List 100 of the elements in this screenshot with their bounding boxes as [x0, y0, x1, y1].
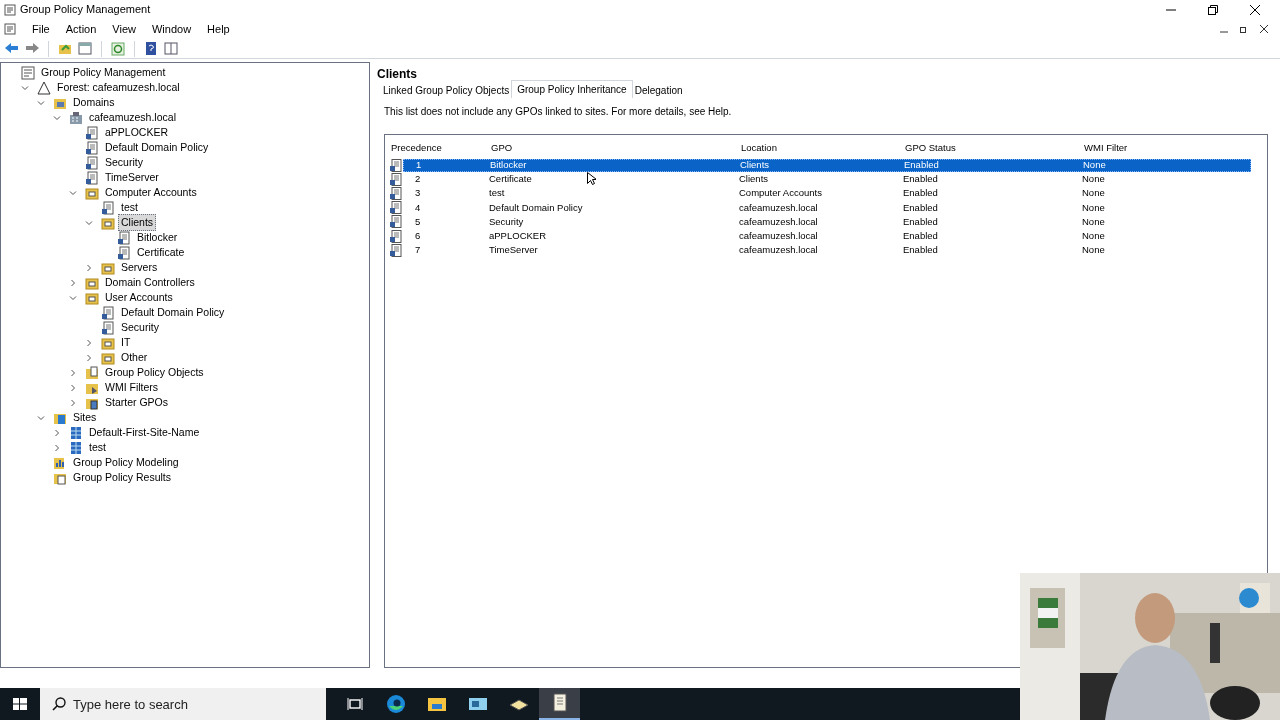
tab[interactable]: Delegation — [632, 83, 685, 98]
restore-icon[interactable] — [1240, 25, 1248, 33]
menu-item[interactable]: Action — [65, 20, 97, 38]
table-cell: Security — [489, 214, 524, 229]
table-cell: 5 — [415, 214, 421, 229]
mouse-pointer-icon — [587, 172, 596, 185]
document-icon — [389, 215, 403, 229]
table-row[interactable]: 5 Security cafeamuzesh.local Enabled None — [403, 215, 1251, 229]
folder-icon — [85, 275, 99, 290]
chevron-down-icon[interactable] — [53, 113, 61, 122]
menu-item[interactable]: File — [32, 20, 50, 38]
table-cell: None — [1082, 243, 1105, 258]
chevron-right-icon[interactable] — [69, 383, 77, 392]
table-cell-text: None — [1083, 157, 1106, 172]
chart-icon — [53, 455, 67, 470]
menu-item[interactable]: View — [112, 20, 136, 38]
document-icon — [117, 245, 131, 260]
table-cell: Enabled — [903, 200, 938, 215]
table-cell-text: 1 — [416, 157, 422, 172]
help-icon[interactable] — [143, 40, 159, 57]
browser-icon[interactable] — [384, 693, 407, 715]
document-icon — [85, 170, 99, 185]
window-title: Group Policy Management — [20, 2, 151, 18]
document-icon — [85, 155, 99, 170]
building-icon — [69, 110, 83, 125]
chevron-down-icon[interactable] — [69, 188, 77, 197]
folder-icon — [101, 335, 115, 350]
column-header[interactable]: GPO — [491, 140, 741, 156]
console-icon[interactable] — [77, 40, 93, 57]
table-cell: TimeServer — [489, 243, 538, 258]
table-cell: Computer Accounts — [739, 186, 822, 201]
document-icon — [389, 158, 403, 172]
document-icon — [101, 305, 115, 320]
chevron-right-icon[interactable] — [69, 278, 77, 287]
table-row[interactable]: 4 Default Domain Policy cafeamuzesh.local Enabled None — [403, 201, 1251, 215]
close-icon[interactable] — [1250, 4, 1260, 15]
column-header[interactable]: WMI Filter — [1084, 140, 1251, 156]
table-cell: Enabled — [903, 186, 938, 201]
document-icon — [389, 243, 403, 257]
restore-icon[interactable] — [1208, 4, 1218, 15]
grid-icon — [69, 440, 83, 455]
table-cell-text: aPPLOCKER — [489, 228, 547, 243]
table-cell: None — [1082, 172, 1105, 187]
table-row[interactable]: 1 Bitlocker Clients Enabled None — [403, 158, 1251, 172]
table-row[interactable]: 6 aPPLOCKER cafeamuzesh.local Enabled None — [403, 229, 1251, 243]
column-header[interactable]: GPO Status — [905, 140, 1084, 156]
folder-icon — [101, 215, 115, 230]
table-cell: Enabled — [903, 214, 938, 229]
folder-icon — [85, 290, 99, 305]
chevron-down-icon[interactable] — [85, 218, 93, 227]
table-cell: cafeamuzesh.local — [739, 200, 818, 215]
chevron-right-icon[interactable] — [85, 338, 93, 347]
table-row[interactable]: 7 TimeServer cafeamuzesh.local Enabled None — [403, 243, 1251, 257]
app-icon — [4, 3, 16, 16]
pane-title: Clients — [376, 66, 418, 80]
table-cell: cafeamuzesh.local — [739, 243, 818, 258]
table-row[interactable]: 2 Certificate Clients Enabled None — [403, 172, 1251, 186]
document-icon — [101, 320, 115, 335]
chevron-right-icon[interactable] — [69, 398, 77, 407]
column-header[interactable]: Location — [741, 140, 905, 156]
refresh-icon[interactable] — [110, 40, 126, 57]
table-cell-text: None — [1082, 228, 1105, 243]
table-cell: Enabled — [903, 172, 938, 187]
table-row[interactable]: 3 test Computer Accounts Enabled None — [403, 186, 1251, 200]
table-cell: None — [1082, 200, 1105, 215]
table-cell-text: Bitlocker — [490, 157, 527, 172]
tree-item[interactable]: Clients — [118, 213, 157, 232]
chevron-right-icon[interactable] — [53, 428, 61, 437]
table-cell: Certificate — [489, 172, 532, 187]
chevron-down-icon[interactable] — [69, 293, 77, 302]
table-cell-text: cafeamuzesh.local — [739, 228, 818, 243]
table-cell-text: Clients — [740, 157, 770, 172]
chevron-down-icon[interactable] — [21, 83, 29, 92]
console-icon — [21, 65, 35, 80]
close-icon[interactable] — [1260, 25, 1268, 33]
chevron-down-icon[interactable] — [37, 413, 45, 422]
table-cell-text: Enabled — [904, 157, 939, 172]
app-icon[interactable] — [4, 23, 16, 35]
column-header[interactable]: Precedence — [391, 140, 491, 156]
chevron-down-icon[interactable] — [37, 98, 45, 107]
folder-icon — [85, 185, 99, 200]
table-cell-text: Enabled — [903, 228, 938, 243]
document-icon — [389, 172, 403, 186]
menu-item[interactable]: Window — [151, 20, 192, 38]
document-icon — [85, 140, 99, 155]
chevron-right-icon[interactable] — [53, 443, 61, 452]
search-field[interactable]: Type here to search — [40, 688, 326, 720]
chevron-right-icon[interactable] — [85, 263, 93, 272]
pane-icon[interactable] — [163, 40, 179, 57]
folder-icon — [101, 260, 115, 275]
tab[interactable]: Linked Group Policy Objects — [381, 83, 512, 98]
document-icon — [85, 125, 99, 140]
chevron-right-icon[interactable] — [85, 353, 93, 362]
tab[interactable]: Group Policy Inheritance — [511, 80, 633, 98]
table-cell: 2 — [415, 172, 421, 187]
chevron-right-icon[interactable] — [69, 368, 77, 377]
document-icon — [117, 230, 131, 245]
table-cell: None — [1082, 186, 1105, 201]
menu-item[interactable]: Help — [207, 20, 230, 38]
table-cell: test — [489, 186, 505, 201]
